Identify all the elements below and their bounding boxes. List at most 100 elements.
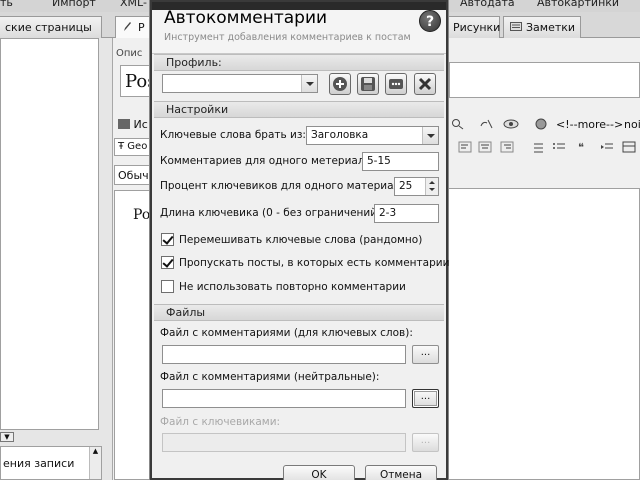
- align-right-icon: [500, 141, 514, 153]
- list-scrollbar[interactable]: ▲: [89, 447, 101, 479]
- tab-notes[interactable]: Заметки: [503, 16, 581, 38]
- table-icon: [622, 141, 636, 153]
- tab-label: Рисунки: [453, 21, 501, 34]
- tab-label: Р: [138, 21, 145, 34]
- quote-icon: ❝: [578, 141, 584, 154]
- save-icon: [361, 77, 375, 91]
- dialog-header: Автокомментарии Инструмент добавления ко…: [152, 2, 446, 54]
- quote-button[interactable]: ❝: [576, 141, 590, 154]
- search-button[interactable]: [451, 118, 465, 133]
- menu-item-autodata[interactable]: Автодата: [460, 0, 515, 9]
- skip-commented-checkbox[interactable]: [161, 256, 174, 269]
- font-select[interactable]: Ŧ Geo: [114, 138, 154, 156]
- keyword-percent-value: 25: [399, 180, 413, 192]
- collapse-combo[interactable]: ▼: [0, 432, 14, 442]
- comments-per-material-input[interactable]: 5-15: [362, 152, 439, 171]
- section-settings: Настройки: [154, 101, 444, 118]
- tab-post[interactable]: Р: [115, 16, 155, 39]
- ok-button[interactable]: OK: [283, 465, 355, 480]
- numbered-list-icon: [534, 143, 543, 153]
- browse-keyword-comments-button[interactable]: ...: [412, 345, 439, 364]
- pen-icon: [122, 21, 134, 32]
- unlink-icon: [480, 119, 493, 129]
- skip-commented-label[interactable]: Пропускать посты, в которых есть коммент…: [179, 257, 449, 269]
- add-profile-button[interactable]: [329, 73, 351, 95]
- notes-icon: [510, 21, 522, 32]
- no-reuse-label[interactable]: Не использовать повторно комментарии: [179, 281, 406, 293]
- bullet-list-button[interactable]: [552, 141, 566, 153]
- align-right-button[interactable]: [500, 141, 514, 153]
- more-tag-button[interactable]: <!--more-->: [556, 118, 623, 131]
- eye-icon: [503, 119, 519, 129]
- numbered-list-button[interactable]: [530, 141, 544, 153]
- neutral-comments-file-label: Файл с комментариями (нейтральные):: [160, 371, 380, 383]
- help-button[interactable]: ?: [419, 10, 441, 32]
- no-reuse-checkbox[interactable]: [161, 280, 174, 293]
- keywords-from-value: Заголовка: [311, 129, 369, 141]
- tab-label: ские страницы: [5, 21, 92, 34]
- list-item[interactable]: ения записи: [3, 457, 74, 470]
- noindex-button[interactable]: noi: [624, 118, 640, 131]
- keyword-length-input[interactable]: 2-3: [374, 204, 439, 223]
- indent-button[interactable]: [600, 141, 614, 153]
- svg-text:❝: ❝: [578, 141, 584, 153]
- keywords-file-input[interactable]: [162, 433, 406, 452]
- browse-neutral-comments-button[interactable]: ...: [412, 389, 439, 408]
- menu-item-xml[interactable]: XML-: [120, 0, 147, 9]
- profile-select[interactable]: [162, 74, 318, 93]
- profile-options-button[interactable]: [385, 73, 407, 95]
- section-label: Профиль:: [166, 56, 222, 69]
- spinner-buttons[interactable]: [425, 178, 438, 195]
- shuffle-label[interactable]: Перемешивать ключевые слова (рандомно): [179, 234, 422, 246]
- keywords-file-label: Файл с ключевиками:: [160, 416, 281, 428]
- font-value: Geo: [127, 141, 148, 152]
- preview-button[interactable]: [503, 118, 519, 133]
- tab-label: Заметки: [526, 21, 576, 34]
- post-title-field-right[interactable]: [449, 62, 640, 98]
- align-center-button[interactable]: [478, 141, 492, 153]
- browse-keywords-file-button[interactable]: ...: [412, 433, 439, 452]
- dialog-subtitle: Инструмент добавления комментариев к пос…: [164, 32, 411, 43]
- html-source-button[interactable]: Ис: [118, 118, 148, 131]
- keywords-from-label: Ключевые слова брать из:: [160, 129, 306, 141]
- keywords-from-select[interactable]: Заголовка: [306, 126, 439, 145]
- save-profile-button[interactable]: [357, 73, 379, 95]
- dialog-title: Автокомментарии: [164, 8, 328, 28]
- left-bottom-panel: ▼ ения записи ▲: [0, 432, 104, 480]
- table-button[interactable]: [622, 141, 636, 153]
- cancel-button[interactable]: Отмена: [365, 465, 437, 480]
- comments-per-material-label: Комментариев для одного метериала:: [160, 155, 375, 167]
- link-button[interactable]: [480, 118, 494, 133]
- paragraph-format-select[interactable]: Обычн: [114, 165, 154, 185]
- keyword-comments-file-label: Файл с комментариями (для ключевых слов)…: [160, 327, 413, 339]
- keyword-percent-spinner[interactable]: 25: [394, 177, 439, 196]
- chevron-down-icon[interactable]: [422, 127, 438, 144]
- tab-static-pages[interactable]: ские страницы: [0, 16, 102, 38]
- search-icon: [452, 119, 464, 130]
- indent-icon: [601, 143, 613, 149]
- tab-images[interactable]: Рисунки: [446, 16, 500, 38]
- menu-item-import[interactable]: Импорт: [52, 0, 96, 9]
- menu-item-1[interactable]: ть: [0, 0, 13, 9]
- neutral-comments-file-input[interactable]: [162, 389, 406, 408]
- more-icon: [389, 79, 403, 89]
- delete-profile-button[interactable]: [414, 73, 436, 95]
- align-center-icon: [478, 141, 492, 153]
- shuffle-checkbox[interactable]: [161, 233, 174, 246]
- keyword-comments-file-input[interactable]: [162, 345, 406, 364]
- globe-icon: [535, 118, 547, 130]
- globe-button[interactable]: [534, 118, 548, 133]
- pages-tree-panel[interactable]: [0, 38, 99, 430]
- chevron-down-icon[interactable]: [301, 75, 317, 92]
- post-content-editor[interactable]: Pos: [114, 190, 157, 480]
- align-left-icon: [458, 141, 472, 153]
- post-content-editor-right[interactable]: [444, 188, 640, 480]
- html-icon: [118, 119, 130, 129]
- section-profile: Профиль:: [154, 54, 444, 71]
- align-left-button[interactable]: [458, 141, 472, 153]
- autocomments-dialog: Автокомментарии Инструмент добавления ко…: [150, 0, 449, 480]
- section-label: Настройки: [166, 103, 229, 116]
- post-list[interactable]: ения записи ▲: [0, 446, 102, 480]
- section-files: Файлы: [154, 304, 444, 321]
- menu-item-autoimages[interactable]: Автокартинки: [537, 0, 619, 9]
